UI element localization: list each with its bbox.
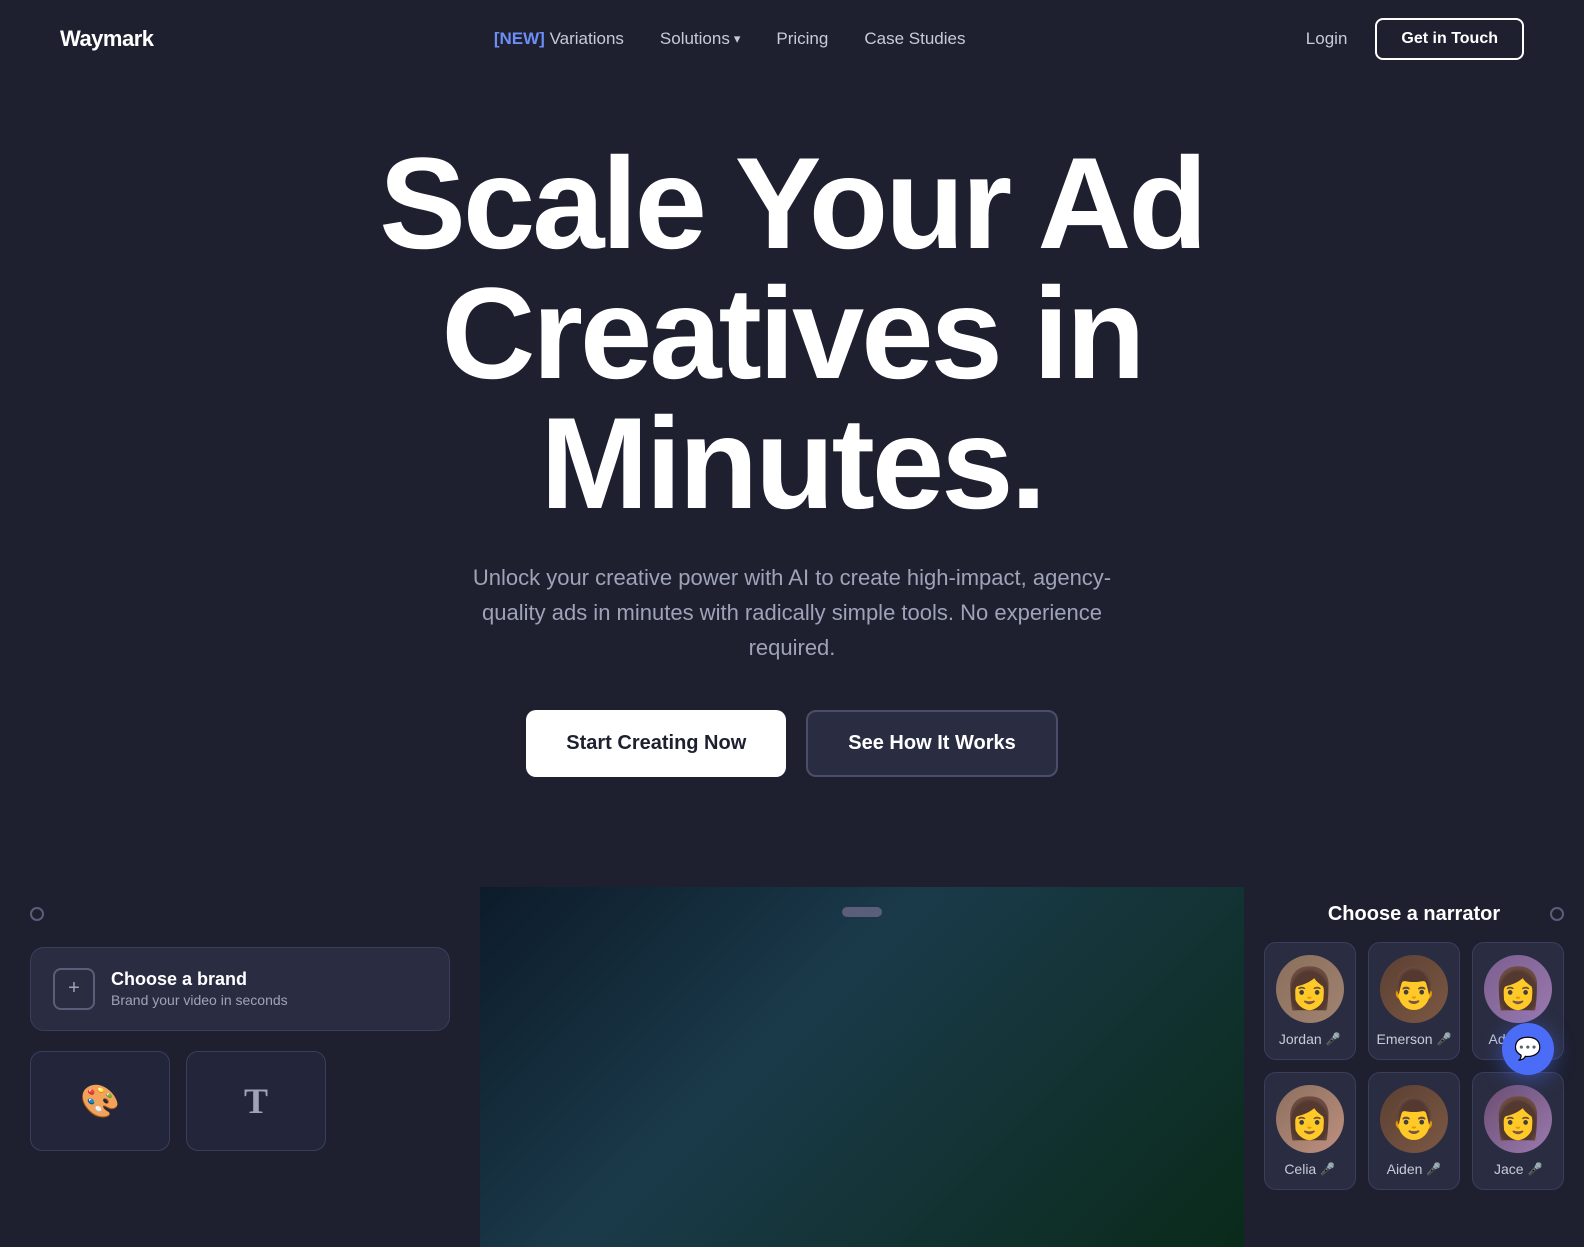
left-panel: + Choose a brand Brand your video in sec… (0, 887, 480, 1247)
nav-right: Login Get in Touch (1306, 18, 1524, 60)
narrator-card-aiden[interactable]: 👨 Aiden 🎤 (1368, 1072, 1461, 1190)
mic-icon-jordan: 🎤 (1326, 1032, 1341, 1046)
scroll-indicator-left (30, 907, 44, 921)
get-in-touch-button[interactable]: Get in Touch (1375, 18, 1524, 60)
hero-section: Scale Your Ad Creatives in Minutes. Unlo… (0, 78, 1584, 877)
avatar-celia: 👩 (1276, 1085, 1344, 1153)
text-icon-card[interactable]: T (186, 1051, 326, 1151)
mic-icon-celia: 🎤 (1320, 1162, 1335, 1176)
hero-title: Scale Your Ad Creatives in Minutes. (40, 138, 1544, 528)
add-brand-icon: + (53, 968, 95, 1010)
text-icon: T (244, 1080, 268, 1122)
avatar-jordan: 👩 (1276, 955, 1344, 1023)
choose-brand-card[interactable]: + Choose a brand Brand your video in sec… (30, 947, 450, 1031)
scroll-indicator-center (842, 907, 882, 917)
hero-subtitle: Unlock your creative power with AI to cr… (452, 560, 1132, 666)
hero-buttons: Start Creating Now See How It Works (40, 710, 1544, 777)
scroll-indicator-right (1550, 907, 1564, 921)
palette-icon: 🎨 (80, 1082, 120, 1120)
avatar-emerson: 👨 (1380, 955, 1448, 1023)
narrator-card-jace[interactable]: 👩 Jace 🎤 (1472, 1072, 1564, 1190)
bottom-tool-icons: 🎨 T (30, 1051, 450, 1151)
login-link[interactable]: Login (1306, 29, 1348, 49)
nav-item-case-studies[interactable]: Case Studies (864, 29, 965, 49)
mic-icon-jace: 🎤 (1528, 1162, 1543, 1176)
chat-support-button[interactable]: 💬 (1502, 1023, 1554, 1075)
navigation: Waymark [NEW] Variations Solutions Prici… (0, 0, 1584, 78)
narrator-heading: Choose a narrator (1264, 903, 1564, 926)
mic-icon-emerson: 🎤 (1437, 1032, 1452, 1046)
choose-brand-text: Choose a brand Brand your video in secon… (111, 969, 288, 1008)
nav-item-variations[interactable]: [NEW] Variations (494, 29, 624, 49)
chat-icon: 💬 (1514, 1036, 1541, 1062)
logo: Waymark (60, 26, 154, 52)
nav-links: [NEW] Variations Solutions Pricing Case … (494, 29, 966, 49)
demo-section: + Choose a brand Brand your video in sec… (0, 887, 1584, 1247)
mic-icon-aiden: 🎤 (1426, 1162, 1441, 1176)
see-how-it-works-button[interactable]: See How It Works (806, 710, 1057, 777)
avatar-aiden: 👨 (1380, 1085, 1448, 1153)
narrator-card-jordan[interactable]: 👩 Jordan 🎤 (1264, 942, 1356, 1060)
narrator-card-celia[interactable]: 👩 Celia 🎤 (1264, 1072, 1356, 1190)
avatar-jace: 👩 (1484, 1085, 1552, 1153)
narrator-card-emerson[interactable]: 👨 Emerson 🎤 (1368, 942, 1461, 1060)
nav-item-solutions[interactable]: Solutions (660, 29, 740, 49)
video-preview-panel (480, 887, 1244, 1247)
nav-item-pricing[interactable]: Pricing (776, 29, 828, 49)
avatar-adrian: 👩 (1484, 955, 1552, 1023)
start-creating-button[interactable]: Start Creating Now (526, 710, 786, 777)
palette-icon-card[interactable]: 🎨 (30, 1051, 170, 1151)
